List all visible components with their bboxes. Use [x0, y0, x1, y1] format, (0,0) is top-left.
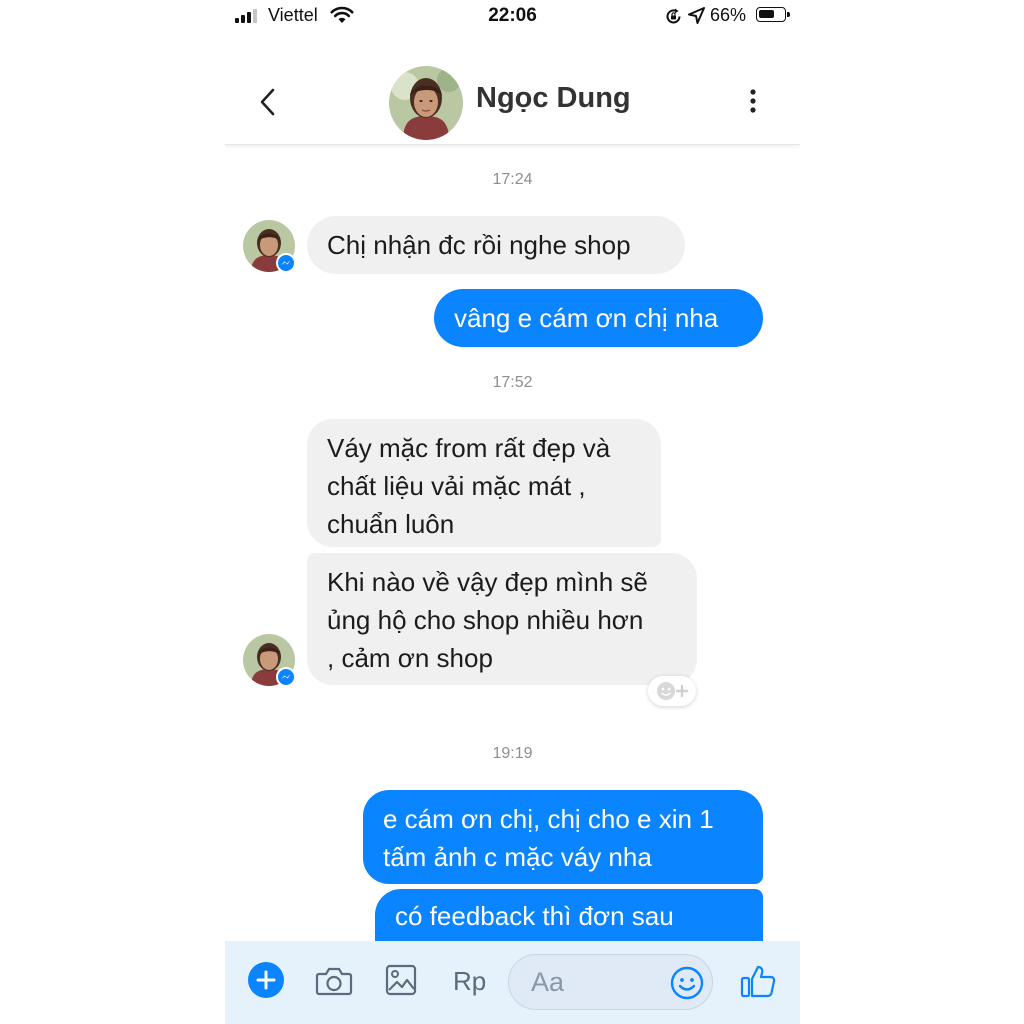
battery-icon: [756, 7, 790, 22]
contact-avatar-small[interactable]: [243, 634, 297, 688]
contact-avatar-small[interactable]: [243, 220, 297, 274]
plus-button[interactable]: [248, 962, 284, 998]
composer-bar: Rp Aa: [225, 941, 800, 1024]
status-bar: Viettel 22:06 66%: [225, 0, 800, 34]
messenger-badge-icon: [276, 667, 296, 687]
timestamp: 17:24: [492, 171, 533, 188]
add-reaction-icon: [657, 682, 689, 700]
message-input-placeholder: Aa: [531, 967, 565, 997]
emoji-icon[interactable]: [669, 965, 705, 1001]
camera-icon[interactable]: [315, 965, 353, 997]
timestamp: 19:19: [492, 745, 533, 762]
location-arrow-icon: [688, 7, 705, 24]
message-bubble-incoming[interactable]: Váy mặc from rất đẹp và chất liệu vải mặ…: [307, 419, 661, 547]
thumbs-up-icon[interactable]: [739, 962, 777, 1000]
message-bubble-outgoing[interactable]: e cám ơn chị, chị cho e xin 1 tấm ảnh c …: [363, 790, 763, 884]
message-bubble-incoming[interactable]: Chị nhận đc rồi nghe shop: [307, 216, 685, 274]
message-input[interactable]: Aa: [508, 954, 713, 1010]
add-reaction-button[interactable]: [648, 676, 696, 706]
timestamp: 17:52: [492, 374, 533, 391]
rp-button[interactable]: Rp: [453, 966, 486, 997]
rotation-lock-icon: [666, 8, 681, 24]
more-options-icon[interactable]: [743, 86, 763, 116]
messenger-badge-icon: [276, 253, 296, 273]
chat-header: Ngọc Dung: [225, 42, 800, 145]
message-bubble-outgoing[interactable]: vâng e cám ơn chị nha: [434, 289, 763, 347]
contact-avatar[interactable]: [389, 66, 463, 140]
messenger-screen: Viettel 22:06 66% Ngọc Dung 17:24 Chị nh…: [225, 0, 800, 1024]
message-bubble-incoming[interactable]: Khi nào về vậy đẹp mình sẽ ủng hộ cho sh…: [307, 553, 697, 685]
contact-name: Ngọc Dung: [476, 82, 631, 114]
gallery-icon[interactable]: [385, 963, 417, 997]
plus-icon: [256, 970, 276, 990]
back-chevron-icon[interactable]: [253, 84, 283, 120]
battery-percent: 66%: [710, 5, 747, 25]
